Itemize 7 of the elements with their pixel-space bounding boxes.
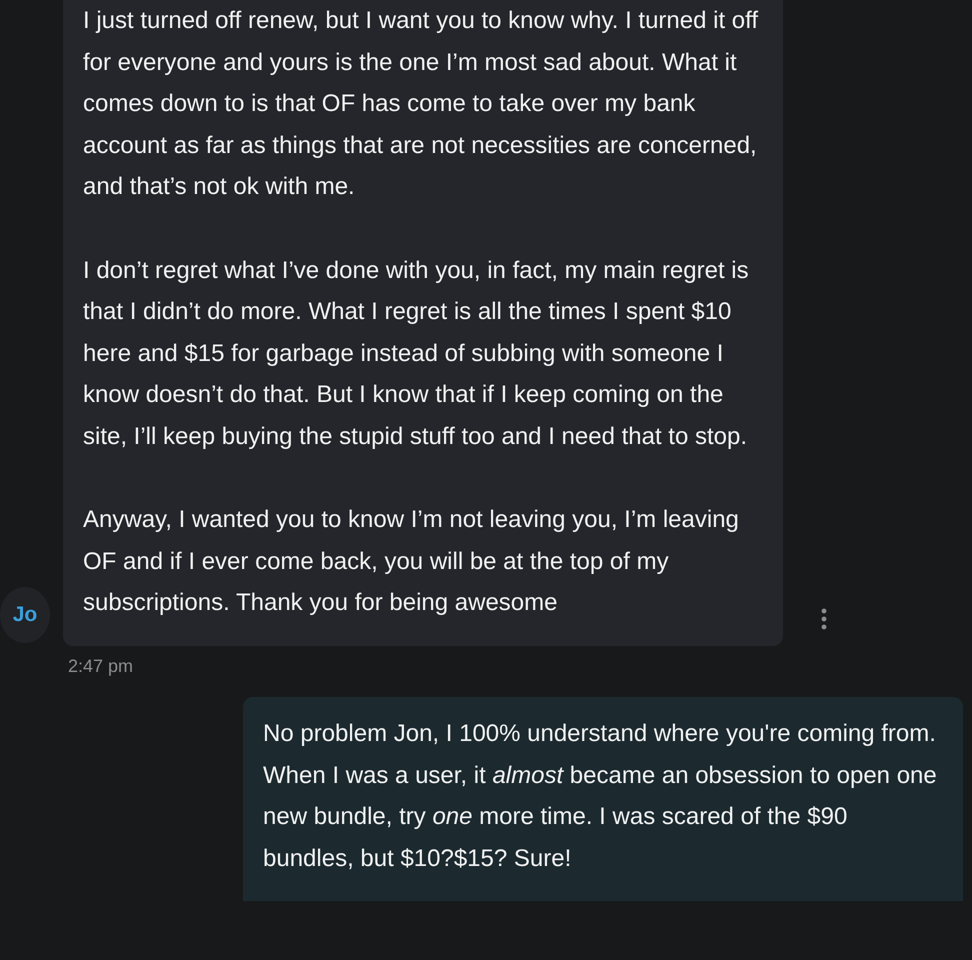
message-text: No problem Jon, I 100% understand where you're coming from. When I was a user, it almost became an obsession to open one new bundle, try one more time. I was scared of the $90 bundles, but $10?$15? Sure! — [263, 718, 938, 874]
message-text: Anyway, I wanted you to know I’m not leaving you, I’m leaving OF and if I ever come back, you will be at the top of my subscriptions. Thank you for being awesome — [83, 505, 740, 618]
avatar[interactable]: Jo — [0, 586, 50, 643]
message-text: I don’t regret what I’ve done with you, in fact, my main regret is that I didn’t do more. What I regret is all the times I spent $10 here and $15 for garbage instead of subbing with someone I know doesn’t do that. But I know that if I keep coming on the site, I’ll keep buying the stupid stuff too and I need that to stop. — [83, 256, 750, 452]
message-time: 2:47 pm — [68, 656, 134, 677]
more-options-icon[interactable] — [821, 608, 827, 630]
message-text: I just turned off renew, but I want you to know why. I turned it off for everyone and yours is the one I’m most sad about. What it comes down to is that OF has come to take over my bank account as far as things that are not necessities are concerned, and that’s not ok with me. — [83, 6, 760, 202]
